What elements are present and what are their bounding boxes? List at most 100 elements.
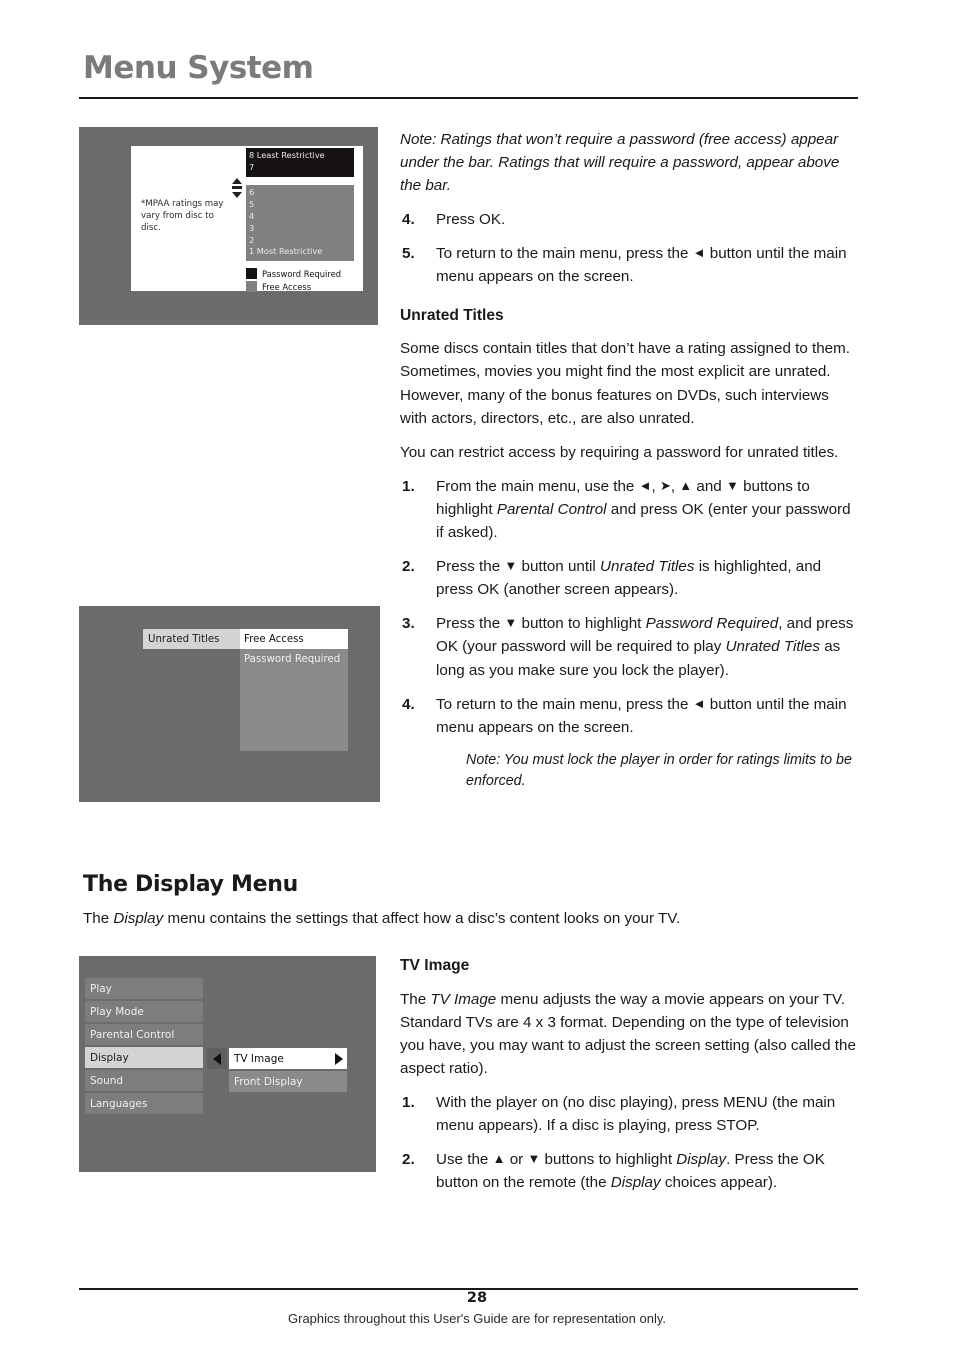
figure-ratings-bar: *MPAA ratings may vary from disc to disc… [79, 127, 378, 325]
left-arrow-icon [207, 1048, 227, 1069]
step-number: 1. [402, 1094, 415, 1112]
lock-player-note: Note: You must lock the player in order … [466, 751, 852, 790]
left-arrow-icon: ◄ [692, 245, 706, 261]
tv-image-steps-list: 1. With the player on (no disc playing),… [400, 1091, 860, 1194]
right-arrow-icon: ➤ [659, 477, 671, 493]
step-number: 2. [402, 558, 415, 576]
option-free-access: Free Access [240, 629, 348, 649]
rating-row: 2 [249, 234, 255, 245]
list-item: 1. From the main menu, use the ◄, ➤, ▲ a… [400, 475, 860, 544]
rating-row: 1 Most Restrictive [249, 246, 323, 257]
step-number: 2. [402, 1151, 415, 1169]
heading-unrated-titles: Unrated Titles [400, 306, 504, 324]
step-number: 5. [402, 245, 415, 263]
step-text-mid: buttons to highlight [544, 1151, 673, 1169]
legend-label: Free Access [262, 281, 312, 292]
right-arrow-icon [335, 1052, 343, 1065]
step-text-pre: Press the [436, 615, 501, 633]
step-text-or: or [509, 1151, 524, 1169]
submenu-item-front-display: Front Display [229, 1071, 347, 1092]
display-menu-lead-paragraph: The Display menu contains the settings t… [83, 908, 858, 931]
step-text: Press OK. [436, 211, 506, 229]
list-item: 4. Press OK. [400, 208, 860, 231]
lead-emphasis: Display [113, 910, 164, 927]
heading-the-display-menu: The Display Menu [83, 872, 298, 897]
document-page: Menu System *MPAA ratings may vary from … [0, 0, 954, 1352]
rating-row: 4 [249, 210, 255, 221]
legend-swatch [246, 268, 257, 279]
step-text-post-2: choices appear). [664, 1174, 778, 1192]
menu-item-play-mode: Play Mode [85, 1001, 203, 1022]
step-number: 4. [402, 695, 415, 713]
mpaa-note: *MPAA ratings may vary from disc to disc… [141, 199, 224, 234]
unrated-paragraph-2: You can restrict access by requiring a p… [400, 443, 839, 461]
step-number: 3. [402, 615, 415, 633]
figure-unrated-titles: Unrated Titles Free Access Password Requ… [79, 606, 380, 802]
submenu-item-label: TV Image [234, 1052, 284, 1065]
display-menu-main-list: Play Play Mode Parental Control Display … [85, 978, 203, 1116]
ratings-screen: *MPAA ratings may vary from disc to disc… [131, 146, 363, 292]
step-text-emphasis-2: Display [610, 1174, 661, 1192]
title-divider [79, 97, 858, 99]
submenu-item-tv-image: TV Image [229, 1048, 347, 1069]
menu-item-languages: Languages [85, 1093, 203, 1114]
figure-display-menu: Play Play Mode Parental Control Display … [79, 956, 376, 1172]
ratings-steps-list: 4. Press OK. 5. To return to the main me… [400, 208, 860, 288]
step-text-emphasis: Unrated Titles [600, 558, 695, 576]
unrated-paragraph-1: Some discs contain titles that don’t hav… [400, 340, 850, 427]
unrated-titles-options: Free Access Password Required [240, 629, 348, 751]
lead-pre: The [83, 910, 110, 927]
unrated-titles-label: Unrated Titles [143, 629, 240, 649]
tv-pre: The [400, 990, 427, 1008]
unrated-steps-list: 1. From the main menu, use the ◄, ➤, ▲ a… [400, 475, 860, 739]
step-text-emphasis: Parental Control [496, 500, 607, 518]
down-arrow-icon: ▼ [504, 615, 518, 631]
step-text-pre: Press the [436, 558, 501, 576]
step-text-pre: To return to the main menu, press the [436, 245, 689, 263]
list-item: 3. Press the ▼ button to highlight Passw… [400, 612, 860, 681]
heading-tv-image: TV Image [400, 957, 470, 974]
step-text-emphasis: Password Required [645, 615, 779, 633]
down-arrow-icon: ▼ [504, 558, 518, 574]
menu-item-play: Play [85, 978, 203, 999]
step-text-mid: button until [521, 558, 596, 576]
legend-swatch [246, 281, 257, 292]
menu-item-sound: Sound [85, 1070, 203, 1091]
rating-row: 8 Least Restrictive [249, 150, 325, 160]
list-item: 5. To return to the main menu, press the… [400, 242, 860, 288]
up-arrow-icon: ▲ [492, 1151, 506, 1167]
list-item: 2. Use the ▲ or ▼ buttons to highlight D… [400, 1148, 860, 1194]
up-arrow-icon: ▲ [679, 477, 693, 493]
step-number: 4. [402, 211, 415, 229]
main-text-column: Note: Ratings that won’t require a passw… [400, 128, 860, 804]
menu-item-parental-control: Parental Control [85, 1024, 203, 1045]
display-menu-submenu: TV Image Front Display [229, 1048, 347, 1094]
menu-item-display: Display [85, 1047, 203, 1068]
step-text: With the player on (no disc playing), pr… [436, 1094, 836, 1135]
tv-image-paragraph: The TV Image menu adjusts the way a movi… [400, 988, 860, 1080]
down-arrow-icon: ▼ [725, 477, 739, 493]
ratings-free-block: 6 5 4 3 2 1 Most Restrictive [246, 185, 354, 262]
left-arrow-icon: ◄ [638, 477, 652, 493]
tv-emphasis: TV Image [430, 990, 497, 1008]
lead-post: menu contains the settings that affect h… [167, 910, 681, 927]
rating-row: 6 [249, 187, 255, 197]
step-text-pre: Use the [436, 1151, 489, 1169]
list-item: 4. To return to the main menu, press the… [400, 693, 860, 739]
rating-row: 7 [249, 161, 255, 172]
left-arrow-icon: ◄ [692, 695, 706, 711]
step-text-emphasis-2: Unrated Titles [725, 638, 820, 656]
up-down-scroll-icon [232, 178, 243, 198]
option-password-required: Password Required [244, 653, 341, 665]
step-text-emphasis: Display [676, 1151, 727, 1169]
step-text-pre: To return to the main menu, press the [436, 695, 689, 713]
step-text-mid: button to highlight [521, 615, 642, 633]
ratings-note: Note: Ratings that won’t require a passw… [400, 131, 840, 195]
legend-password-required: Password Required [246, 268, 341, 279]
step-number: 1. [402, 477, 415, 495]
step-text-pre: From the main menu, use the [436, 477, 635, 495]
rating-row: 5 [249, 198, 255, 209]
list-item: 2. Press the ▼ button until Unrated Titl… [400, 555, 860, 601]
legend-label: Password Required [262, 268, 342, 279]
submenu-item-label: Front Display [234, 1075, 303, 1088]
